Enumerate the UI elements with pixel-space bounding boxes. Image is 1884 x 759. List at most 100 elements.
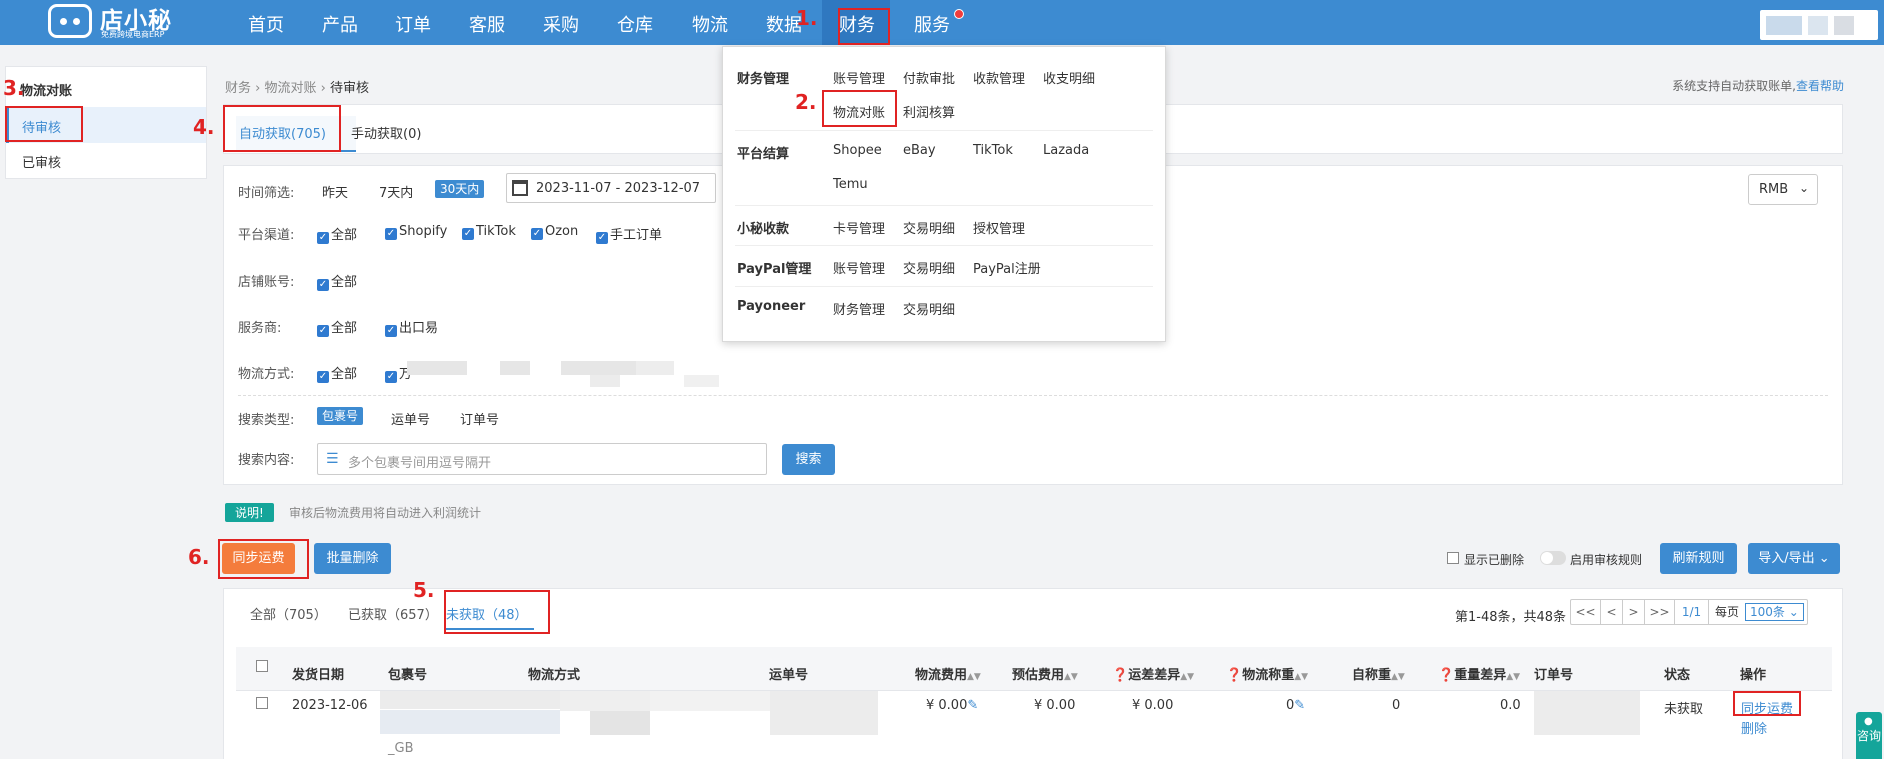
page-first-button[interactable]: << xyxy=(1571,600,1601,624)
subtab-unfetched[interactable]: 未获取（48） xyxy=(446,604,528,623)
user-avatar-area[interactable] xyxy=(1760,10,1878,40)
col-diff[interactable]: ❓运差差异▲▼ xyxy=(1112,664,1194,683)
platform-all-checkbox[interactable]: ✓ 全部 xyxy=(317,224,357,244)
provider-all-checkbox[interactable]: ✓ 全部 xyxy=(317,317,357,337)
edit-icon[interactable]: ✎ xyxy=(1294,698,1305,713)
consult-button[interactable]: ● 咨询 xyxy=(1856,712,1882,759)
dd-paypal-register[interactable]: PayPal注册 xyxy=(973,258,1041,277)
nav-item-finance[interactable]: 财务 xyxy=(822,0,890,45)
subtab-all[interactable]: 全部（705） xyxy=(250,604,327,623)
search-input[interactable]: ☰ 多个包裹号间用逗号隔开 xyxy=(317,443,767,475)
subtab-fetched[interactable]: 已获取（657） xyxy=(348,604,438,623)
platform-tiktok-checkbox[interactable]: ✓ TikTok xyxy=(462,224,516,240)
nav-item-purchase[interactable]: 采购 xyxy=(543,0,579,45)
dd-payoneer-finance[interactable]: 财务管理 xyxy=(833,299,885,318)
search-content-label: 搜索内容: xyxy=(238,453,295,468)
sidebar-item-pending[interactable]: 待审核 xyxy=(22,117,61,136)
nav-item-service[interactable]: 客服 xyxy=(469,0,505,45)
dd-temu[interactable]: Temu xyxy=(833,177,868,192)
row-self-weight: 0 xyxy=(1392,698,1401,713)
nav-item-orders[interactable]: 订单 xyxy=(395,0,431,45)
search-type-package[interactable]: 包裹号 xyxy=(317,407,364,425)
col-weight[interactable]: ❓物流称重▲▼ xyxy=(1226,664,1308,683)
shop-label: 店铺账号: xyxy=(238,275,295,290)
dd-income-expense[interactable]: 收支明细 xyxy=(1043,68,1095,87)
dd-paypal-transactions[interactable]: 交易明细 xyxy=(903,258,955,277)
search-type-label: 搜索类型: xyxy=(238,413,295,428)
sidebar: 物流对账 待审核 已审核 xyxy=(5,66,207,179)
time-yesterday[interactable]: 昨天 xyxy=(322,182,348,201)
calendar-icon xyxy=(512,180,528,196)
nav-item-products[interactable]: 产品 xyxy=(322,0,358,45)
date-range-input[interactable]: 2023-11-07 - 2023-12-07 xyxy=(506,173,716,203)
time-30days[interactable]: 30天内 xyxy=(435,180,485,198)
tab-manual-fetch[interactable]: 手动获取(0) xyxy=(351,123,421,142)
nav-item-warehouse[interactable]: 仓库 xyxy=(617,0,653,45)
dd-group-xiaomi: 小秘收款 xyxy=(737,222,790,237)
col-weight-diff[interactable]: ❓重量差异▲▼ xyxy=(1438,664,1520,683)
dd-profit-calc[interactable]: 利润核算 xyxy=(903,102,955,121)
dd-receipt-mgmt[interactable]: 收款管理 xyxy=(973,68,1025,87)
platform-label: 平台渠道: xyxy=(238,228,295,243)
search-button[interactable]: 搜索 xyxy=(782,444,835,475)
page-prev-button[interactable]: < xyxy=(1601,600,1623,624)
col-self-weight[interactable]: 自称重▲▼ xyxy=(1352,664,1405,683)
enable-rule-toggle[interactable] xyxy=(1540,551,1566,565)
dd-payoneer-transactions[interactable]: 交易明细 xyxy=(903,299,955,318)
col-fee[interactable]: 物流费用▲▼ xyxy=(915,664,981,683)
provider-chukouyi-checkbox[interactable]: ✓ 出口易 xyxy=(385,317,438,337)
dd-payment-approval[interactable]: 付款审批 xyxy=(903,68,955,87)
sidebar-item-reviewed[interactable]: 已审核 xyxy=(22,152,61,171)
show-deleted-checkbox[interactable] xyxy=(1447,552,1459,564)
shop-all-checkbox[interactable]: ✓ 全部 xyxy=(317,271,357,291)
breadcrumb: 财务 › 物流对账 › 待审核 xyxy=(225,81,370,96)
platform-manual-checkbox[interactable]: ✓ 手工订单 xyxy=(596,224,662,244)
tab-auto-fetch[interactable]: 自动获取(705) xyxy=(239,123,326,142)
nav-item-logistics[interactable]: 物流 xyxy=(692,0,728,45)
dd-group-platform: 平台结算 xyxy=(737,147,790,162)
dd-card-mgmt[interactable]: 卡号管理 xyxy=(833,218,885,237)
row-checkbox[interactable] xyxy=(256,697,268,709)
chevron-down-icon: ⌄ xyxy=(1799,181,1810,195)
edit-icon[interactable]: ✎ xyxy=(967,698,978,713)
import-export-button[interactable]: 导入/导出 ⌄ xyxy=(1748,543,1840,574)
platform-shopify-checkbox[interactable]: ✓ Shopify xyxy=(385,224,447,240)
dd-xiaomi-transactions[interactable]: 交易明细 xyxy=(903,218,955,237)
sync-freight-button[interactable]: 同步运费 xyxy=(222,543,295,574)
refresh-rule-button[interactable]: 刷新规则 xyxy=(1660,543,1737,574)
row-delete-link[interactable]: 删除 xyxy=(1741,718,1767,737)
row-package-suffix: _GB xyxy=(388,741,414,756)
dd-shopee[interactable]: Shopee xyxy=(833,143,882,158)
breadcrumb-logistics[interactable]: 物流对账 xyxy=(265,81,317,96)
dd-tiktok[interactable]: TikTok xyxy=(973,143,1013,158)
finance-dropdown-menu: 财务管理 账号管理 付款审批 收款管理 收支明细 物流对账 利润核算 平台结算 … xyxy=(722,46,1166,342)
time-filter-label: 时间筛选: xyxy=(238,186,295,201)
select-all-checkbox[interactable] xyxy=(256,660,268,672)
nav-item-home[interactable]: 首页 xyxy=(248,0,284,45)
currency-select[interactable]: RMB ⌄ xyxy=(1748,174,1818,205)
method-all-checkbox[interactable]: ✓ 全部 xyxy=(317,363,357,383)
platform-ozon-checkbox[interactable]: ✓ Ozon xyxy=(531,224,578,240)
col-estimate[interactable]: 预估费用▲▼ xyxy=(1012,664,1078,683)
per-page-select[interactable]: 100条 ⌄ xyxy=(1745,603,1804,621)
dd-logistics-reconcile[interactable]: 物流对账 xyxy=(833,102,885,121)
search-type-order[interactable]: 订单号 xyxy=(460,409,499,428)
time-7days[interactable]: 7天内 xyxy=(379,182,413,201)
dd-auth-mgmt[interactable]: 授权管理 xyxy=(973,218,1025,237)
step-2-label: 2. xyxy=(795,90,817,114)
breadcrumb-finance[interactable]: 财务 xyxy=(225,81,251,96)
show-deleted-label: 显示已删除 xyxy=(1464,553,1525,567)
method-label: 物流方式: xyxy=(238,367,295,382)
dd-lazada[interactable]: Lazada xyxy=(1043,143,1089,158)
search-type-waybill[interactable]: 运单号 xyxy=(391,409,430,428)
page-last-button[interactable]: >> xyxy=(1645,600,1675,624)
row-fee: ¥ 0.00✎ xyxy=(926,698,979,713)
page-next-button[interactable]: > xyxy=(1623,600,1645,624)
nav-item-services[interactable]: 服务 xyxy=(914,0,950,45)
help-link[interactable]: 查看帮助 xyxy=(1796,79,1844,93)
dd-ebay[interactable]: eBay xyxy=(903,143,936,158)
dd-paypal-accounts[interactable]: 账号管理 xyxy=(833,258,885,277)
row-sync-link[interactable]: 同步运费 xyxy=(1741,698,1793,717)
dd-account-mgmt[interactable]: 账号管理 xyxy=(833,68,885,87)
batch-delete-button[interactable]: 批量删除 xyxy=(314,543,391,574)
